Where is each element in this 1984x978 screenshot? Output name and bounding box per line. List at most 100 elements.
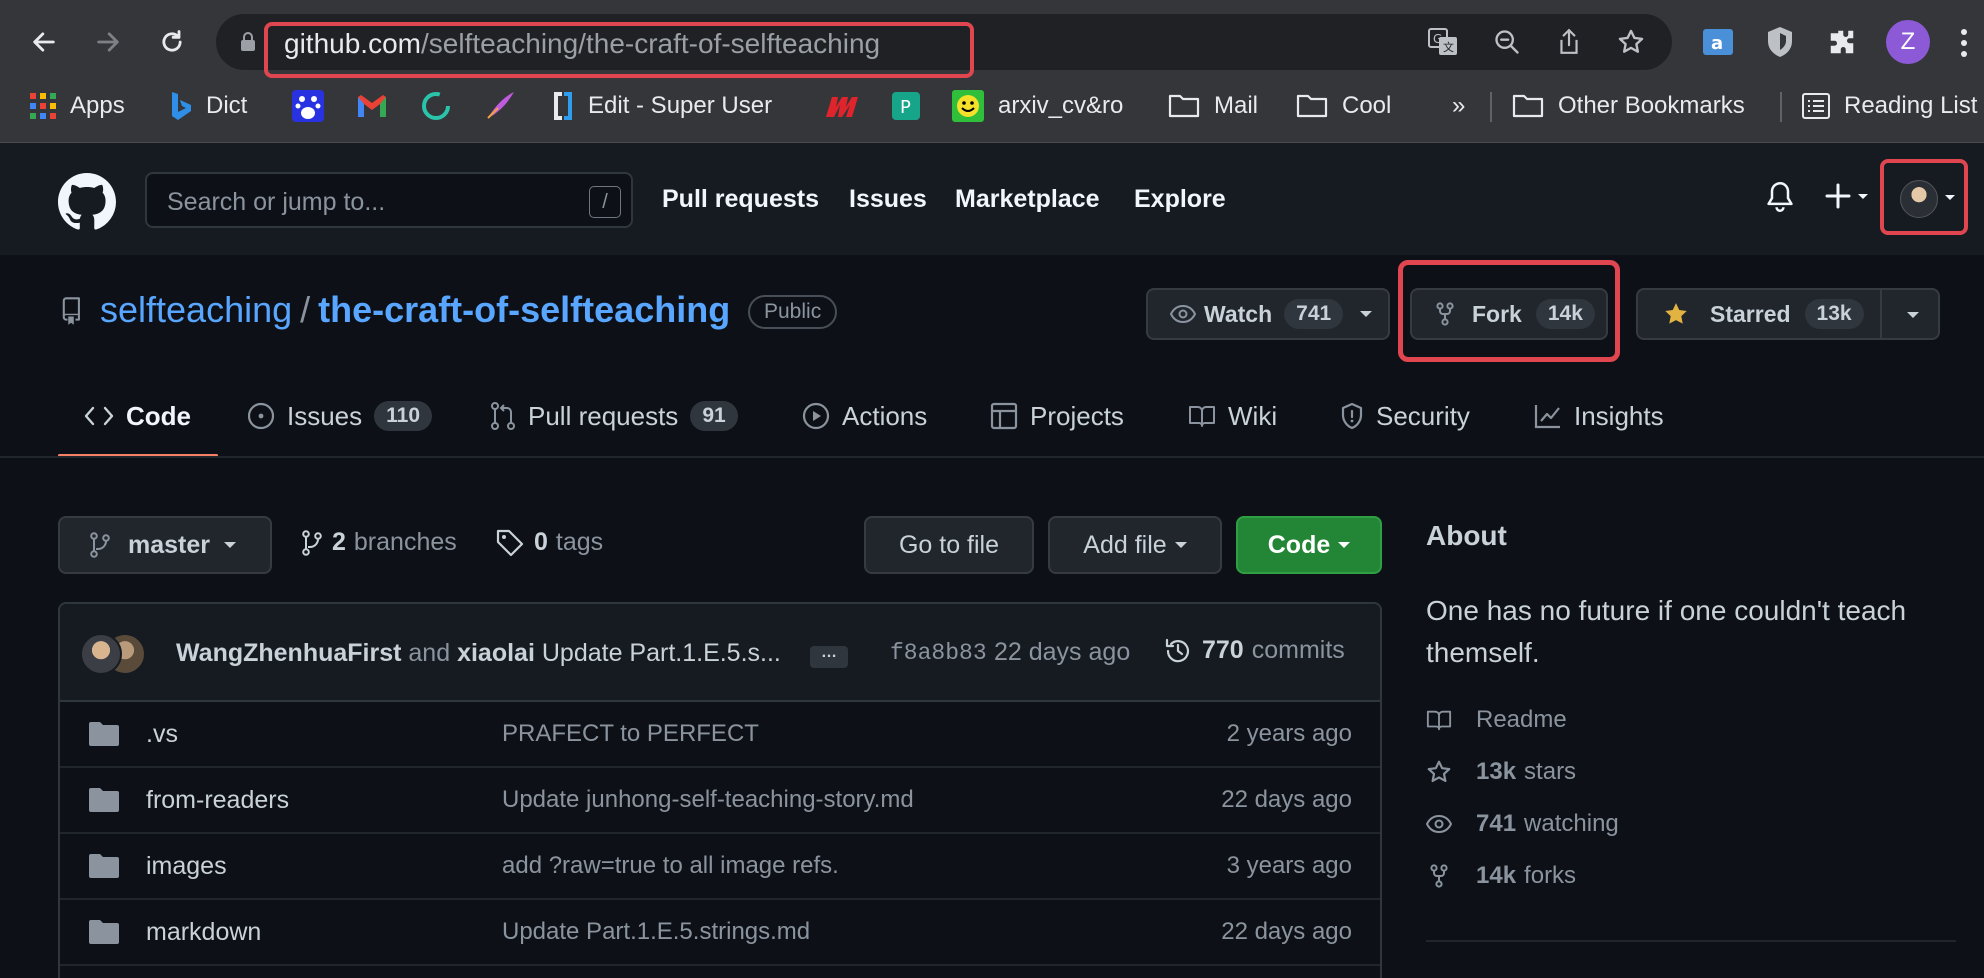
tab-actions[interactable]: Actions: [802, 396, 927, 436]
bookmark-other-bookmarks[interactable]: Other Bookmarks: [1512, 86, 1745, 126]
shield-extension-icon[interactable]: [1760, 22, 1800, 62]
play-icon: [802, 402, 830, 430]
avatar-dropdown-caret-icon[interactable]: [1944, 194, 1956, 202]
bookmark-arxiv[interactable]: arxiv_cv&ro: [952, 86, 1123, 126]
tab-issues[interactable]: Issues 110: [247, 396, 433, 436]
commits-history-link[interactable]: 770 commits: [1164, 636, 1345, 665]
reload-button[interactable]: [150, 20, 194, 64]
file-commit-message[interactable]: add ?raw=true to all image refs.: [502, 852, 839, 880]
translate-icon[interactable]: G文: [1426, 26, 1460, 58]
commit-message-link[interactable]: Update Part.1.E.5.s...: [542, 639, 781, 667]
svg-text:a: a: [1711, 33, 1723, 54]
bookmark-quill[interactable]: [484, 86, 516, 126]
stars-link[interactable]: 13k stars: [1426, 756, 1576, 788]
bookmark-m[interactable]: [824, 86, 858, 126]
browser-profile-avatar[interactable]: Z: [1886, 20, 1930, 64]
chevron-down-icon[interactable]: [1906, 311, 1920, 319]
amazon-assistant-icon[interactable]: a: [1698, 22, 1738, 62]
readme-link[interactable]: Readme: [1426, 704, 1567, 736]
bookmark-folder-cool[interactable]: Cool: [1296, 86, 1391, 126]
fork-button[interactable]: Fork 14k: [1410, 288, 1608, 340]
tab-projects[interactable]: Projects: [990, 396, 1124, 436]
bookmark-baidu[interactable]: [292, 86, 324, 126]
zoom-out-icon[interactable]: [1490, 26, 1524, 58]
about-heading: About: [1426, 520, 1507, 551]
bookmark-folder-mail[interactable]: Mail: [1168, 86, 1258, 126]
tags-count: 0: [534, 528, 548, 556]
commit-sha-link[interactable]: f8a8b83: [890, 640, 987, 666]
svg-text:P: P: [900, 97, 911, 118]
bookmark-reading-list[interactable]: Reading List: [1802, 86, 1977, 126]
github-logo-icon[interactable]: [58, 173, 116, 231]
file-name-link[interactable]: images: [146, 852, 227, 881]
bookmark-superuser[interactable]: Edit - Super User: [552, 86, 772, 126]
url-text: github.com/selfteaching/the-craft-of-sel…: [284, 28, 880, 60]
tab-label: Pull requests: [528, 400, 679, 431]
plus-dropdown-icon[interactable]: [1824, 181, 1874, 211]
bookmark-star-icon[interactable]: [1614, 26, 1648, 58]
bookmark-dict[interactable]: Dict: [170, 86, 247, 126]
graph-icon: [1534, 405, 1560, 429]
browser-menu-icon[interactable]: [1960, 28, 1968, 58]
forks-link[interactable]: 14k forks: [1426, 860, 1576, 892]
bookmarks-overflow-button[interactable]: »: [1452, 86, 1465, 126]
bookmark-refresh[interactable]: [420, 86, 452, 126]
code-download-button[interactable]: Code: [1236, 516, 1382, 574]
commit-coauthor-link[interactable]: xiaolai: [457, 639, 535, 667]
repo-owner-link[interactable]: selfteaching: [100, 289, 292, 330]
tab-security[interactable]: Security: [1340, 396, 1470, 436]
file-row[interactable]: images add ?raw=true to all image refs. …: [60, 834, 1380, 900]
branch-select-button[interactable]: master: [58, 516, 272, 574]
search-input[interactable]: Search or jump to... /: [145, 172, 633, 228]
bookmark-label: Edit - Super User: [588, 92, 773, 119]
github-header: Search or jump to... / Pull requests Iss…: [0, 143, 1984, 255]
tab-count: 91: [690, 401, 738, 431]
nav-explore[interactable]: Explore: [1134, 185, 1226, 214]
share-icon[interactable]: [1552, 26, 1586, 58]
back-button[interactable]: [22, 20, 66, 64]
file-commit-message[interactable]: PRAFECT to PERFECT: [502, 720, 759, 748]
repo-name-link[interactable]: the-craft-of-selfteaching: [318, 289, 730, 330]
file-commit-message[interactable]: Update junhong-self-teaching-story.md: [502, 786, 914, 814]
m-logo-icon: [826, 97, 858, 117]
file-name-link[interactable]: .vs: [146, 720, 178, 749]
address-bar[interactable]: github.com/selfteaching/the-craft-of-sel…: [216, 14, 1672, 70]
tab-insights[interactable]: Insights: [1534, 396, 1664, 436]
commit-expand-button[interactable]: …: [810, 645, 848, 668]
starred-button[interactable]: Starred 13k: [1636, 288, 1940, 340]
commit-author-avatar[interactable]: [80, 633, 122, 675]
file-row[interactable]: .vs PRAFECT to PERFECT 2 years ago: [60, 702, 1380, 768]
forward-button[interactable]: [86, 20, 130, 64]
file-commit-message[interactable]: Update Part.1.E.5.strings.md: [502, 918, 810, 946]
folder-icon: [89, 854, 119, 878]
tab-code[interactable]: Code: [84, 396, 191, 436]
refresh-circle-icon: [422, 92, 450, 120]
nav-marketplace[interactable]: Marketplace: [955, 185, 1100, 214]
file-name-link[interactable]: from-readers: [146, 786, 289, 815]
file-row[interactable]: from-readers Update junhong-self-teachin…: [60, 768, 1380, 834]
file-row[interactable]: markdown Update Part.1.E.5.strings.md 22…: [60, 900, 1380, 966]
folder-icon: [1512, 94, 1544, 118]
go-to-file-button[interactable]: Go to file: [864, 516, 1034, 574]
nav-pull-requests[interactable]: Pull requests: [662, 185, 819, 214]
user-avatar[interactable]: [1900, 180, 1938, 218]
tags-link[interactable]: 0 tags: [496, 528, 603, 557]
bookmark-teal[interactable]: P: [892, 86, 920, 126]
folder-icon: [1296, 94, 1328, 118]
watching-link[interactable]: 741 watching: [1426, 808, 1619, 840]
file-name-link[interactable]: markdown: [146, 918, 261, 947]
bookmark-apps[interactable]: Apps: [30, 86, 125, 126]
bookmark-gmail[interactable]: [356, 86, 388, 126]
extensions-puzzle-icon[interactable]: [1822, 22, 1862, 62]
branches-link[interactable]: 2 branches: [302, 528, 457, 557]
bell-icon[interactable]: [1766, 181, 1794, 213]
add-file-button[interactable]: Add file: [1048, 516, 1222, 574]
svg-text:文: 文: [1443, 40, 1454, 54]
commit-author-link[interactable]: WangZhenhuaFirst: [176, 639, 401, 667]
arrow-left-icon: [33, 32, 55, 52]
watch-button[interactable]: Watch 741: [1146, 288, 1390, 340]
nav-issues[interactable]: Issues: [849, 185, 927, 214]
tab-pull-requests[interactable]: Pull requests 91: [490, 396, 738, 436]
code-icon: [84, 406, 114, 426]
tab-wiki[interactable]: Wiki: [1188, 396, 1277, 436]
